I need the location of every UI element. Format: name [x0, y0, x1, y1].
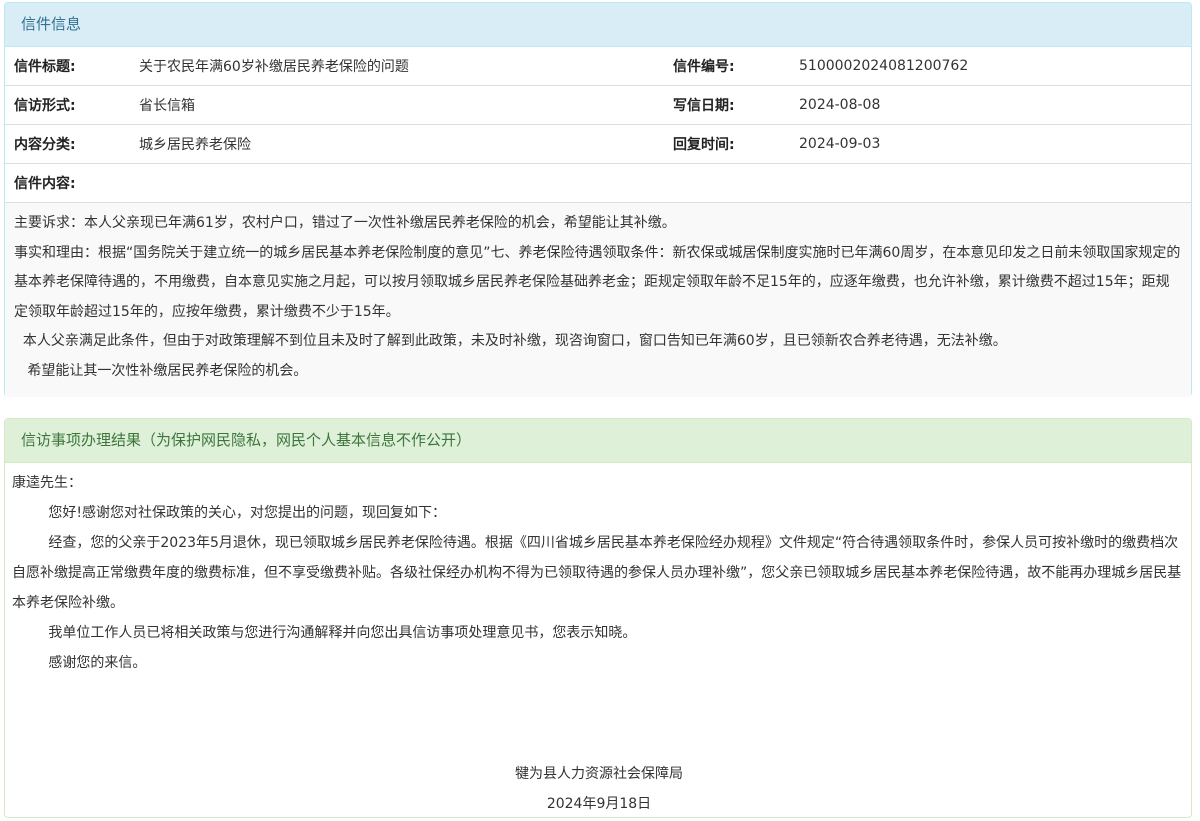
result-panel: 信访事项办理结果（为保护网民隐私，网民个人基本信息不作公开） 康逵先生： 您好!…: [4, 418, 1192, 818]
letter-info-table: 信件标题: 关于农民年满60岁补缴居民养老保险的问题 信件编号: 5100002…: [5, 47, 1191, 203]
reply-paragraph: 我单位工作人员已将相关政策与您进行沟通解释并向您出具信访事项处理意见书，您表示知…: [48, 625, 637, 641]
content-paragraph: 希望能让其一次性补缴居民养老保险的机会。: [14, 362, 308, 379]
number-label: 信件编号:: [664, 47, 799, 86]
title-value: 关于农民年满60岁补缴居民养老保险的问题: [139, 47, 664, 86]
result-header: 信访事项办理结果（为保护网民隐私，网民个人基本信息不作公开）: [5, 419, 1191, 463]
reply-paragraph: 您好!感谢您对社保政策的关心，对您提出的问题，现回复如下：: [48, 505, 447, 521]
letter-content: 主要诉求：本人父亲现已年满61岁，农村户口，错过了一次性补缴居民养老保险的机会，…: [5, 203, 1191, 397]
reply-greeting: 康逵先生：: [12, 475, 82, 491]
title-label: 信件标题:: [5, 47, 139, 86]
reply-time-value: 2024-09-03: [799, 124, 1191, 164]
content-paragraph: 事实和理由：根据“国务院关于建立统一的城乡居民基本养老保险制度的意见”七、养老保…: [14, 244, 1181, 320]
write-date-label: 写信日期:: [664, 85, 799, 125]
reply-body: 康逵先生： 您好!感谢您对社保政策的关心，对您提出的问题，现回复如下： 经查，您…: [5, 463, 1191, 678]
table-row: 信访形式: 省长信箱 写信日期: 2024-08-08: [5, 85, 1191, 125]
letter-info-panel: 信件信息 信件标题: 关于农民年满60岁补缴居民养老保险的问题 信件编号: 51…: [4, 2, 1192, 397]
reply-paragraph: 感谢您的来信。: [48, 655, 147, 671]
content-label: 信件内容:: [5, 163, 1191, 203]
letter-info-header: 信件信息: [5, 3, 1191, 47]
write-date-value: 2024-08-08: [799, 85, 1191, 125]
category-label: 内容分类:: [5, 124, 139, 164]
table-row: 信件内容:: [5, 163, 1191, 203]
reply-paragraph: 经查，您的父亲于2023年5月退休，现已领取城乡居民养老保险待遇。根据《四川省城…: [12, 535, 1182, 611]
form-value: 省长信箱: [139, 85, 664, 125]
reply-signature: 犍为县人力资源社会保障局: [515, 766, 683, 782]
category-value: 城乡居民养老保险: [139, 124, 664, 164]
reply-date: 2024年9月18日: [546, 796, 652, 812]
table-row: 信件标题: 关于农民年满60岁补缴居民养老保险的问题 信件编号: 5100002…: [5, 47, 1191, 86]
form-label: 信访形式:: [5, 85, 139, 125]
number-value: 5100002024081200762: [799, 47, 1191, 86]
content-paragraph: 主要诉求：本人父亲现已年满61岁，农村户口，错过了一次性补缴居民养老保险的机会，…: [14, 215, 676, 231]
content-paragraph: 本人父亲满足此条件，但由于对政策理解不到位且未及时了解到此政策，未及时补缴，现咨…: [14, 333, 1007, 349]
reply-time-label: 回复时间:: [664, 124, 799, 164]
table-row: 内容分类: 城乡居民养老保险 回复时间: 2024-09-03: [5, 124, 1191, 164]
